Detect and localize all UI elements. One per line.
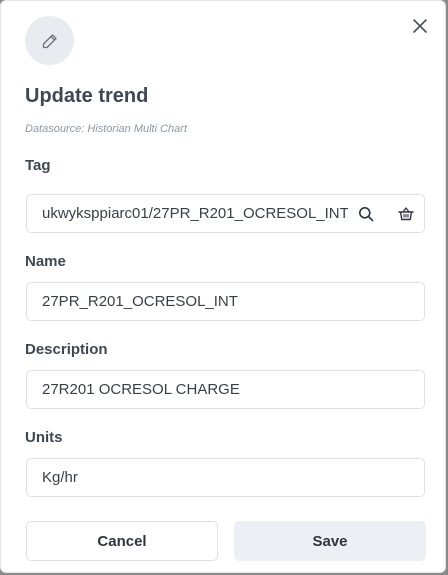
basket-icon <box>398 207 414 221</box>
header-icon-badge <box>25 16 74 65</box>
name-label: Name <box>25 253 66 270</box>
units-label: Units <box>25 429 63 446</box>
tag-label: Tag <box>25 157 51 174</box>
units-field <box>26 458 425 497</box>
search-icon <box>359 207 374 222</box>
name-field <box>26 282 425 321</box>
tag-browse-button[interactable] <box>397 205 415 223</box>
name-input[interactable] <box>42 283 410 320</box>
description-label: Description <box>25 341 108 358</box>
update-trend-dialog: Update trend Datasource: Historian Multi… <box>0 0 446 573</box>
description-field <box>26 370 425 409</box>
tag-search-button[interactable] <box>357 205 375 223</box>
cancel-button[interactable]: Cancel <box>26 521 218 561</box>
close-icon <box>413 19 427 33</box>
pencil-icon <box>42 33 57 48</box>
dialog-title: Update trend <box>25 85 149 107</box>
description-input[interactable] <box>42 371 410 408</box>
save-button[interactable]: Save <box>234 521 426 561</box>
tag-input[interactable] <box>42 195 348 232</box>
close-button[interactable] <box>407 13 433 39</box>
tag-field <box>26 194 425 233</box>
units-input[interactable] <box>42 459 410 496</box>
dialog-subtitle: Datasource: Historian Multi Chart <box>25 123 188 135</box>
